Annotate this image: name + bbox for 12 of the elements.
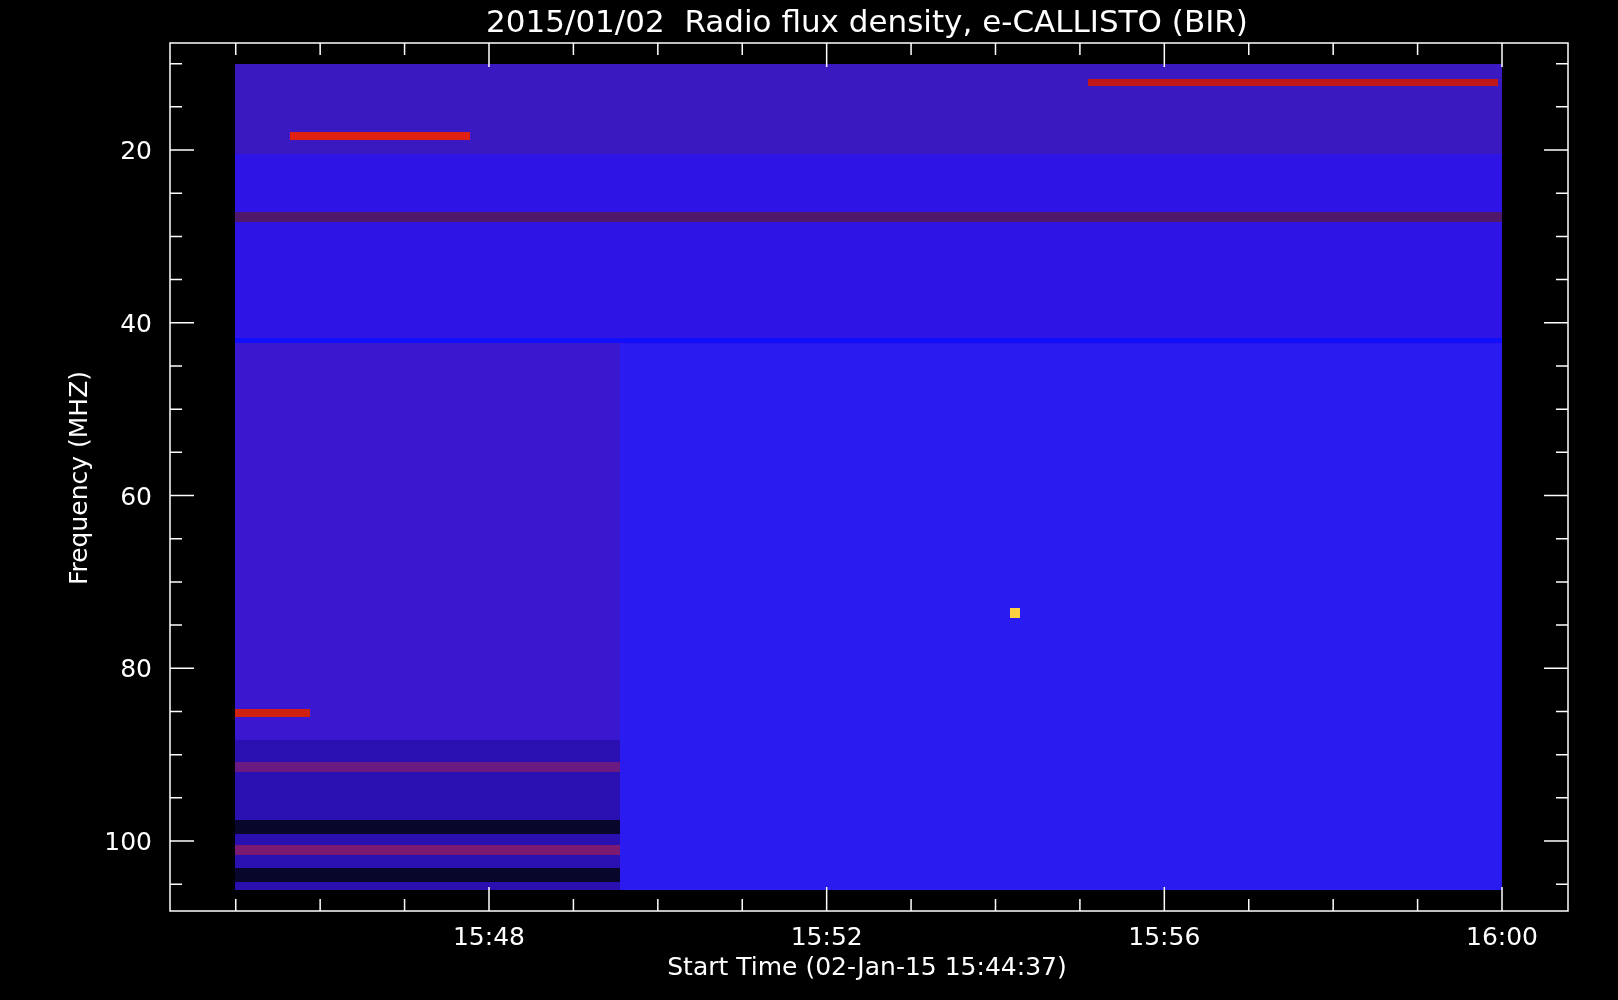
y-tick-label: 20 (120, 136, 152, 165)
chart-title: 2015/01/02 Radio flux density, e-CALLISTO (BIR) (486, 3, 1248, 39)
y-tick-label: 40 (120, 308, 152, 338)
x-axis-label: Start Time (02-Jan-15 15:44:37) (667, 952, 1067, 981)
y-tick-label: 60 (120, 481, 152, 511)
y-tick-label: 80 (120, 654, 152, 684)
x-tick-label: 16:00 (1466, 922, 1539, 951)
x-tick-label: 15:48 (453, 922, 525, 951)
x-tick-label: 15:52 (790, 922, 863, 951)
y-axis-label: Frequency (MHZ) (64, 370, 93, 586)
y-tick-label: 100 (104, 827, 152, 856)
x-tick-label: 15:56 (1128, 922, 1201, 951)
